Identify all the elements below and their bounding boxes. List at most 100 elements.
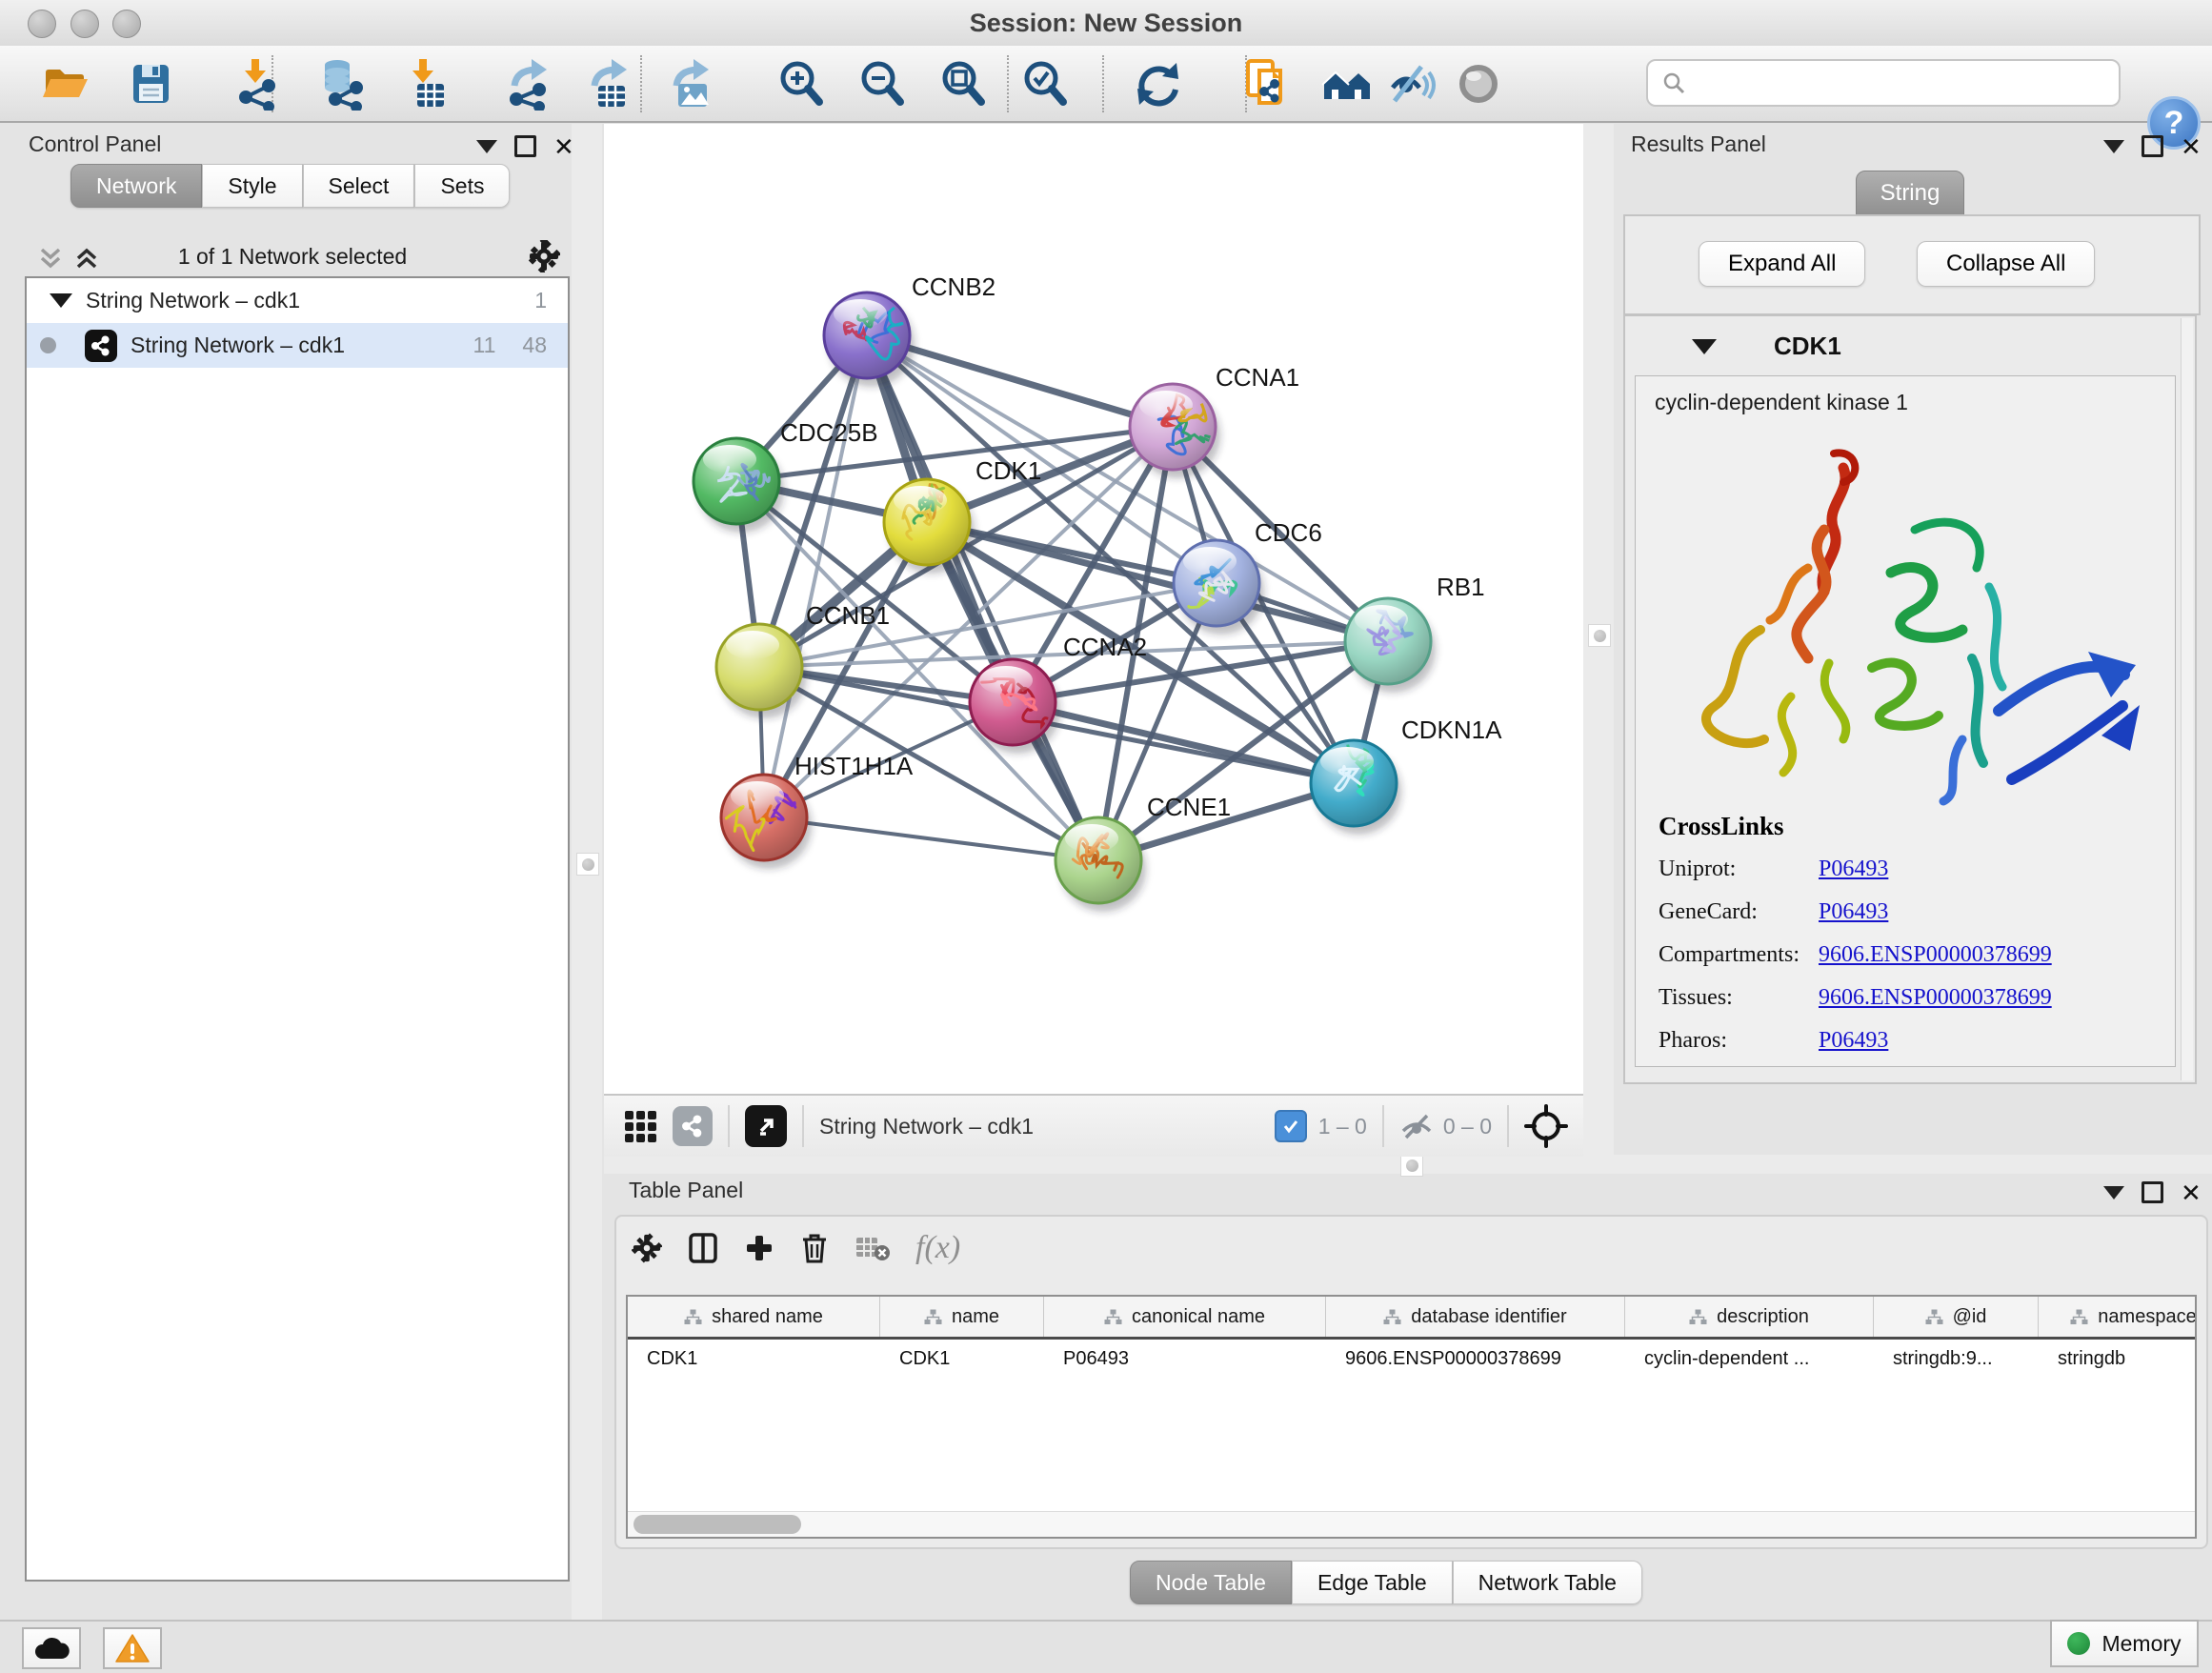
network-node-HIST1H1A[interactable] xyxy=(721,775,812,869)
results-panel-float-icon[interactable] xyxy=(2142,135,2163,157)
export-table-icon[interactable] xyxy=(579,53,640,114)
right-splitter-handle[interactable] xyxy=(1588,624,1611,647)
hidden-eye-icon[interactable] xyxy=(1399,1112,1434,1140)
create-column-icon[interactable] xyxy=(744,1233,774,1263)
column-header-name[interactable]: name xyxy=(880,1297,1044,1337)
tab-sets[interactable]: Sets xyxy=(414,164,510,208)
crosslink-link[interactable]: 9606.ENSP00000378699 xyxy=(1819,985,2052,1011)
function-builder-icon[interactable]: f(x) xyxy=(915,1230,960,1266)
table-cell[interactable]: stringdb:9... xyxy=(1874,1348,2039,1370)
table-settings-gear-icon[interactable] xyxy=(632,1233,662,1263)
crosslink-row: GeneCard:P06493 xyxy=(1659,899,2175,925)
table-cell[interactable]: CDK1 xyxy=(628,1348,880,1370)
export-network-icon[interactable] xyxy=(499,53,560,114)
network-edge[interactable] xyxy=(764,817,1098,860)
network-options-gear-icon[interactable] xyxy=(528,240,560,272)
column-header-canonical-name[interactable]: canonical name xyxy=(1044,1297,1326,1337)
network-node-CDC6[interactable] xyxy=(1174,540,1264,635)
import-network-database-icon[interactable] xyxy=(311,53,372,114)
network-collection-row[interactable]: String Network – cdk1 1 xyxy=(27,278,568,323)
network-node-CCNB2[interactable] xyxy=(824,292,915,387)
results-panel-menu-icon[interactable] xyxy=(2103,140,2124,153)
table-cell[interactable]: 9606.ENSP00000378699 xyxy=(1326,1348,1625,1370)
table-cell[interactable]: CDK1 xyxy=(880,1348,1044,1370)
table-row[interactable]: CDK1CDK1P064939606.ENSP00000378699cyclin… xyxy=(628,1340,2195,1378)
tab-network[interactable]: Network xyxy=(70,164,202,208)
node-label-CDC25B: CDC25B xyxy=(780,418,878,447)
table-panel-menu-icon[interactable] xyxy=(2103,1186,2124,1199)
birds-eye-view-icon[interactable] xyxy=(745,1105,787,1147)
tab-string[interactable]: String xyxy=(1856,171,1964,216)
first-neighbors-icon[interactable] xyxy=(1317,53,1377,114)
search-field[interactable] xyxy=(1646,59,2121,107)
tab-select[interactable]: Select xyxy=(303,164,415,208)
network-canvas[interactable]: CCNB2CCNA1CDC25BCDK1CDC6RB1CCNB1CCNA2CDK… xyxy=(604,124,1583,1094)
column-header-database-identifier[interactable]: database identifier xyxy=(1326,1297,1625,1337)
network-node-RB1[interactable] xyxy=(1345,598,1436,693)
network-node-CDK1[interactable] xyxy=(884,479,975,574)
network-view-share-icon[interactable] xyxy=(673,1106,713,1146)
show-all-icon[interactable] xyxy=(1448,53,1509,114)
collapse-all-button[interactable]: Collapse All xyxy=(1917,241,2095,287)
table-cell[interactable]: cyclin-dependent ... xyxy=(1625,1348,1874,1370)
clone-network-icon[interactable] xyxy=(1237,53,1297,114)
left-splitter[interactable] xyxy=(572,124,602,1620)
zoom-selected-icon[interactable] xyxy=(1015,53,1076,114)
tab-network-table[interactable]: Network Table xyxy=(1453,1561,1642,1604)
warning-status-button[interactable] xyxy=(103,1627,162,1669)
network-node-CDC25B[interactable] xyxy=(694,438,784,533)
tab-node-table[interactable]: Node Table xyxy=(1130,1561,1292,1604)
crosslink-link[interactable]: 9606.ENSP00000378699 xyxy=(1819,942,2052,968)
search-input[interactable] xyxy=(1686,69,2090,97)
left-splitter-handle[interactable] xyxy=(576,853,599,876)
crosslink-link[interactable]: P06493 xyxy=(1819,1028,1888,1054)
tab-edge-table[interactable]: Edge Table xyxy=(1292,1561,1453,1604)
table-cell[interactable]: stringdb xyxy=(2039,1348,2197,1370)
table-horizontal-scrollbar[interactable] xyxy=(628,1511,2195,1537)
grid-view-icon[interactable] xyxy=(621,1107,659,1145)
import-network-file-icon[interactable] xyxy=(227,53,288,114)
delete-column-trash-icon[interactable] xyxy=(799,1232,830,1264)
refresh-icon[interactable] xyxy=(1128,53,1189,114)
network-edge[interactable] xyxy=(1013,702,1354,783)
hide-selection-icon[interactable] xyxy=(1381,53,1442,114)
crosslink-label: Pharos: xyxy=(1659,1028,1819,1054)
tab-style[interactable]: Style xyxy=(202,164,302,208)
network-edge[interactable] xyxy=(867,335,1098,860)
zoom-in-icon[interactable] xyxy=(771,53,832,114)
node-label-CDC6: CDC6 xyxy=(1255,518,1322,547)
column-header-description[interactable]: description xyxy=(1625,1297,1874,1337)
fit-selected-crosshair-icon[interactable] xyxy=(1524,1104,1568,1148)
collection-expander-icon[interactable] xyxy=(50,293,72,308)
network-node-CDKN1A[interactable] xyxy=(1311,740,1401,835)
delete-table-icon[interactable] xyxy=(855,1234,891,1262)
crosslink-link[interactable]: P06493 xyxy=(1819,899,1888,925)
network-node-CCNA1[interactable] xyxy=(1130,384,1220,478)
results-panel-close-icon[interactable]: ✕ xyxy=(2181,137,2202,156)
network-edge[interactable] xyxy=(764,335,867,817)
crosslink-link[interactable]: P06493 xyxy=(1819,857,1888,882)
column-header-shared-name[interactable]: shared name xyxy=(628,1297,880,1337)
open-session-icon[interactable] xyxy=(34,53,95,114)
zoom-fit-icon[interactable] xyxy=(933,53,994,114)
table-cell[interactable]: P06493 xyxy=(1044,1348,1326,1370)
expand-all-button[interactable]: Expand All xyxy=(1699,241,1865,287)
table-scrollbar-thumb[interactable] xyxy=(633,1515,801,1534)
column-header-namespace[interactable]: namespace xyxy=(2039,1297,2197,1337)
table-panel-float-icon[interactable] xyxy=(2142,1181,2163,1203)
memory-button[interactable]: Memory xyxy=(2050,1620,2199,1667)
control-panel-float-icon[interactable] xyxy=(514,135,536,157)
table-panel-close-icon[interactable]: ✕ xyxy=(2181,1183,2202,1202)
zoom-out-icon[interactable] xyxy=(852,53,913,114)
show-columns-icon[interactable] xyxy=(687,1232,719,1264)
control-panel-menu-icon[interactable] xyxy=(476,140,497,153)
export-image-icon[interactable] xyxy=(661,53,722,114)
column-header-@id[interactable]: @id xyxy=(1874,1297,2039,1337)
gene-expander-icon[interactable] xyxy=(1692,339,1717,354)
network-row[interactable]: String Network – cdk1 11 48 xyxy=(27,323,568,368)
selected-checkbox-icon[interactable] xyxy=(1275,1110,1307,1142)
results-scrollbar[interactable] xyxy=(2181,318,2193,1080)
import-table-file-icon[interactable] xyxy=(394,53,455,114)
cloud-status-button[interactable] xyxy=(22,1627,81,1669)
save-session-icon[interactable] xyxy=(120,53,181,114)
